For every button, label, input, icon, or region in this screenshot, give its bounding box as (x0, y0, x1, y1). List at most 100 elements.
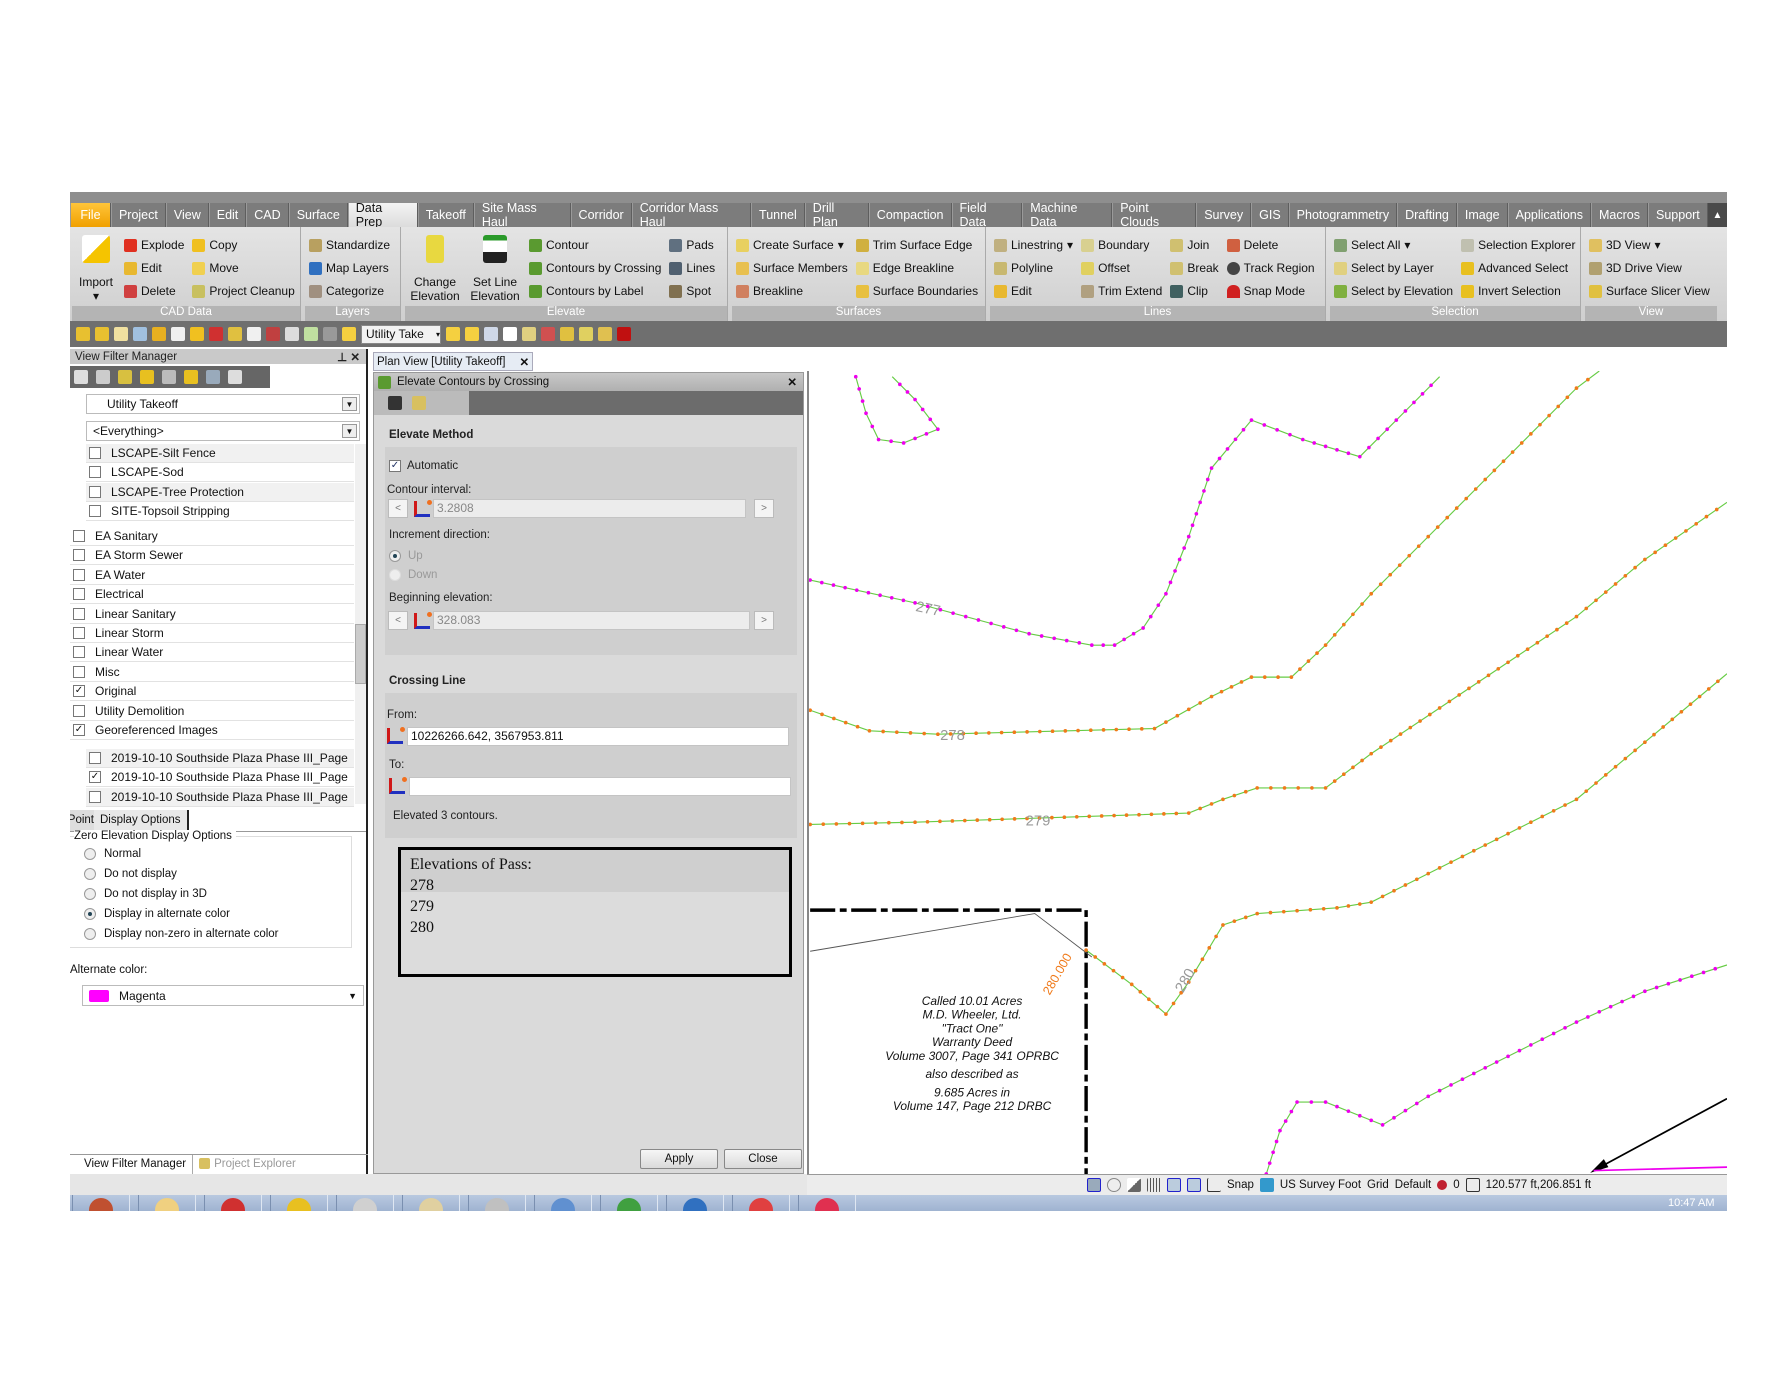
dialog-icon[interactable] (388, 396, 402, 410)
tab-edit[interactable]: Edit (208, 203, 247, 227)
layer-checkbox[interactable] (73, 665, 85, 678)
contour-interval-input[interactable]: 3.2808 (433, 499, 746, 518)
tab-data-prep[interactable]: Data Prep (347, 201, 418, 229)
pick-icon[interactable] (414, 500, 432, 517)
breakline-button[interactable]: Breakline (736, 281, 848, 301)
selection-explorer-button[interactable]: Selection Explorer (1461, 235, 1575, 255)
layer-row[interactable]: LSCAPE-Sod (86, 463, 354, 483)
grid-icon[interactable] (1147, 1178, 1161, 1192)
contour-button[interactable]: Contour (529, 235, 661, 255)
taskbar-app[interactable] (600, 1195, 658, 1211)
tab-point-clouds[interactable]: Point Clouds (1112, 201, 1197, 229)
checkbox[interactable]: ✓ (389, 460, 401, 472)
layer-row[interactable]: 2019-10-10 Southside Plaza Phase III_Pag… (86, 787, 354, 807)
filter-toolbar-icon[interactable] (118, 370, 132, 384)
map-layers-button[interactable]: Map Layers (309, 258, 390, 278)
toolbar-icon[interactable] (285, 327, 299, 341)
taskbar-app[interactable] (732, 1195, 790, 1211)
tab-survey[interactable]: Survey (1196, 203, 1252, 227)
tab-cad[interactable]: CAD (246, 203, 289, 227)
tab-site-mass-haul[interactable]: Site Mass Haul (473, 201, 571, 229)
filter-toolbar-icon[interactable] (140, 370, 154, 384)
tab-image[interactable]: Image (1456, 203, 1508, 227)
toolbar-icon[interactable] (617, 327, 631, 341)
filter-toolbar-icon[interactable] (74, 370, 88, 384)
layer-checkbox[interactable] (73, 704, 85, 717)
join-button[interactable]: Join (1170, 235, 1218, 255)
layer-checkbox[interactable] (89, 790, 101, 803)
tab-project-explorer[interactable]: Project Explorer (193, 1155, 302, 1175)
layer-checkbox[interactable]: ✓ (73, 724, 85, 736)
polyline-button[interactable]: Polyline (994, 258, 1073, 278)
taskbar-app[interactable] (468, 1195, 526, 1211)
layer-icon[interactable] (342, 327, 356, 341)
taskbar-app[interactable] (402, 1195, 460, 1211)
toolbar-icon[interactable] (522, 327, 536, 341)
toolbar-icon[interactable] (228, 327, 242, 341)
set-line-elevation-button[interactable]: Set Line Elevation (469, 231, 521, 305)
tab-file[interactable]: File (70, 203, 111, 227)
explode-button[interactable]: Explode (124, 235, 184, 255)
layer-row[interactable]: Misc (70, 662, 354, 682)
close-icon[interactable]: ✕ (519, 355, 529, 369)
radio-up[interactable]: Up (389, 550, 423, 562)
radio-button[interactable] (84, 868, 96, 880)
settings-icon[interactable] (412, 396, 426, 410)
trim-extend-button[interactable]: Trim Extend (1081, 281, 1162, 301)
snap-mode-button[interactable]: Snap Mode (1226, 281, 1315, 301)
categorize-button[interactable]: Categorize (309, 281, 390, 301)
radio-button[interactable] (84, 888, 96, 900)
layer-list-scrollbar[interactable] (355, 444, 366, 804)
layer-checkbox[interactable] (73, 607, 85, 620)
trim-surface-edge-button[interactable]: Trim Surface Edge (855, 235, 978, 255)
toolbar-icon[interactable] (190, 327, 204, 341)
lines-delete-button[interactable]: Delete (1226, 235, 1315, 255)
layer-checkbox[interactable] (73, 530, 85, 542)
taskbar-app[interactable] (72, 1195, 130, 1211)
alternate-color-dropdown[interactable]: Magenta ▼ (82, 985, 364, 1006)
toolbar-icon[interactable] (266, 327, 280, 341)
toolbar-icon[interactable] (446, 327, 460, 341)
layer-row[interactable]: EA Sanitary (70, 527, 354, 546)
filter-toolbar-icon[interactable] (184, 370, 198, 384)
interval-next-button[interactable]: > (754, 499, 774, 518)
toolbar-icon[interactable] (209, 327, 223, 341)
lines-edit-button[interactable]: Edit (994, 281, 1073, 301)
3d-view-button[interactable]: 3D View ▾ (1589, 235, 1710, 255)
tab-macros[interactable]: Macros (1591, 203, 1648, 227)
tab-support[interactable]: Support (1648, 203, 1708, 227)
layer-row[interactable]: ✓ 2019-10-10 Southside Plaza Phase III_Pa… (86, 768, 354, 788)
radio-option[interactable]: Do not display (84, 868, 177, 880)
elevation-next-button[interactable]: > (754, 611, 774, 630)
toolbar-icon[interactable] (133, 327, 147, 341)
elevation-prev-button[interactable]: < (388, 611, 408, 630)
standardize-button[interactable]: Standardize (309, 235, 390, 255)
select-by-layer-button[interactable]: Select by Layer (1334, 258, 1453, 278)
filter-toolbar-icon[interactable] (228, 370, 242, 384)
automatic-checkbox[interactable]: ✓ Automatic (389, 460, 458, 472)
3d-drive-view-button[interactable]: 3D Drive View (1589, 258, 1710, 278)
toolbar-icon[interactable] (560, 327, 574, 341)
layer-row[interactable]: Linear Storm (70, 624, 354, 643)
toolbar-icon[interactable] (503, 327, 517, 341)
tab-drafting[interactable]: Drafting (1397, 203, 1457, 227)
track-region-button[interactable]: Track Region (1226, 258, 1315, 278)
layer-checkbox[interactable] (73, 549, 85, 562)
layer-row[interactable]: EA Water (70, 565, 354, 585)
layer-checkbox[interactable]: ✓ (73, 685, 85, 698)
project-cleanup-button[interactable]: Project Cleanup (192, 281, 295, 301)
ortho-icon[interactable] (1207, 1178, 1221, 1192)
measure-icon[interactable] (1167, 1178, 1181, 1192)
apply-button[interactable]: Apply (640, 1149, 718, 1169)
radio-option[interactable]: Normal (84, 848, 141, 860)
contours-by-label-button[interactable]: Contours by Label (529, 281, 661, 301)
tab-compaction[interactable]: Compaction (868, 203, 952, 227)
layer-checkbox[interactable] (73, 646, 85, 659)
clip-button[interactable]: Clip (1170, 281, 1218, 301)
toolbar-icon[interactable] (484, 327, 498, 341)
layer-checkbox[interactable]: ✓ (89, 771, 101, 784)
layer-row[interactable]: Linear Water (70, 643, 354, 663)
toolbar-icon[interactable] (114, 327, 128, 341)
interval-prev-button[interactable]: < (388, 499, 408, 518)
surface-members-button[interactable]: Surface Members (736, 258, 848, 278)
